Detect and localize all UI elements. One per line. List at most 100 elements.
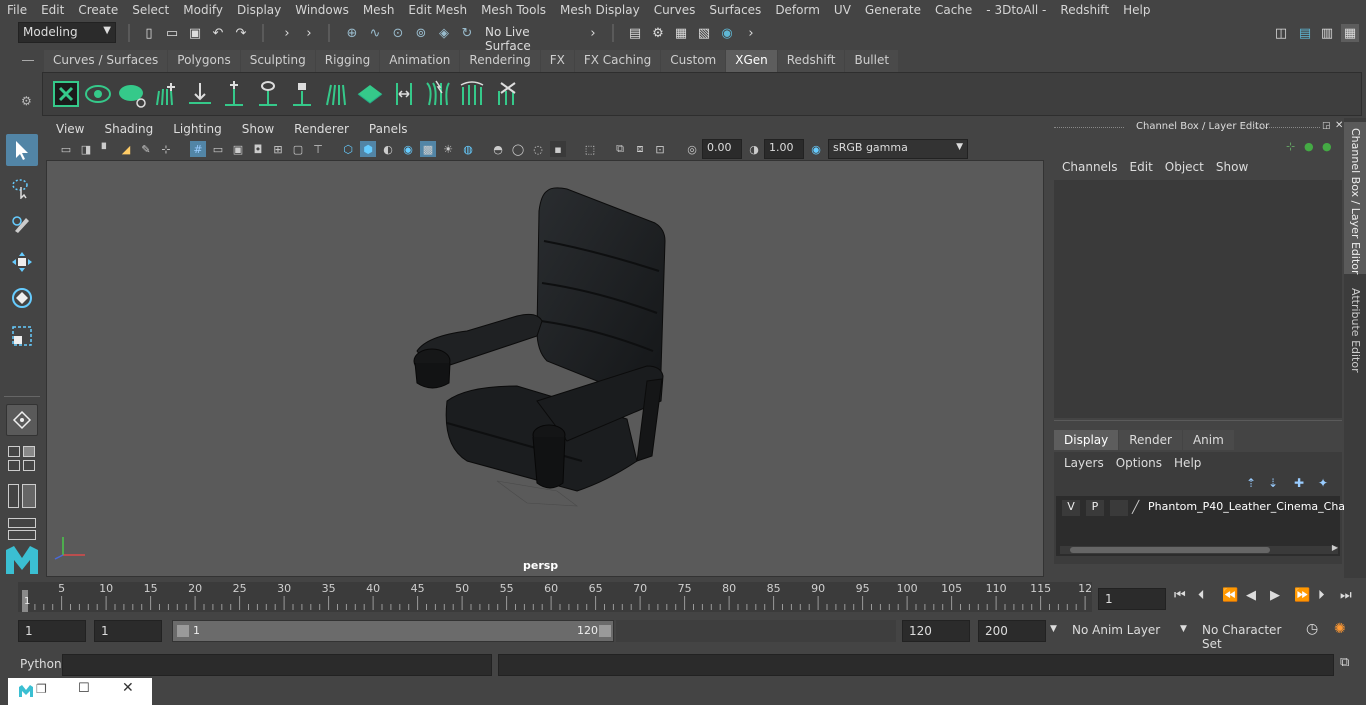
hypershade-icon[interactable]: ◉	[718, 24, 736, 42]
resolution-gate-icon[interactable]: ▣	[230, 141, 246, 157]
last-tool-button[interactable]	[6, 404, 38, 436]
dot-icon[interactable]: ●	[1304, 140, 1314, 153]
time-slider[interactable]: 5 10 15 20 25 30 35 40 45 50 55 60 65 70 75 80 85 90 95 100…	[18, 582, 1092, 612]
redo-icon[interactable]: ↷	[232, 24, 250, 42]
viewport-menu-shading[interactable]: Shading	[94, 120, 163, 138]
auto-key-icon[interactable]: ◷	[1306, 621, 1318, 637]
anim-prefs-icon[interactable]: ✺	[1334, 621, 1346, 637]
grease-pencil-icon[interactable]: ✎	[138, 141, 154, 157]
layer-name[interactable]: Phantom_P40_Leather_Cinema_Chair_	[1148, 500, 1358, 513]
snap-grid-icon[interactable]: ⊕	[343, 24, 361, 42]
go-to-start-icon[interactable]: ⏮	[1174, 588, 1186, 603]
film-gate-icon[interactable]: ▭	[210, 141, 226, 157]
anim-layer-dropdown[interactable]: No Anim Layer	[1066, 620, 1176, 642]
perspective-viewport[interactable]: persp	[46, 160, 1044, 577]
shelf-tab-sculpting[interactable]: Sculpting	[240, 50, 315, 72]
step-forward-icon[interactable]: ⏵	[1318, 588, 1325, 603]
menu-mesh-display[interactable]: Mesh Display	[553, 3, 647, 17]
screen-space-ao-icon[interactable]: ◍	[460, 141, 476, 157]
menu-cache[interactable]: Cache	[928, 3, 979, 17]
step-back-icon[interactable]: ⏴	[1198, 588, 1205, 603]
grid-icon[interactable]: #	[190, 141, 206, 157]
shelf-tab-animation[interactable]: Animation	[380, 50, 460, 72]
shelf-tab-polygons[interactable]: Polygons	[168, 50, 240, 72]
groom-place-icon[interactable]	[185, 79, 215, 109]
image-plane-icon[interactable]: ◢	[118, 141, 134, 157]
open-scene-icon[interactable]: ▭	[163, 24, 181, 42]
shadows-icon[interactable]: ☀	[440, 141, 456, 157]
groom-create-icon[interactable]	[151, 79, 181, 109]
maximize-icon[interactable]: ☐	[78, 681, 90, 696]
range-start-handle[interactable]	[177, 625, 189, 637]
workspace-icon[interactable]: ◫	[1272, 24, 1290, 42]
menu-modify[interactable]: Modify	[176, 3, 230, 17]
menu-generate[interactable]: Generate	[858, 3, 928, 17]
backface-icon[interactable]: ⊡	[652, 141, 668, 157]
camera-select-icon[interactable]: ▭	[58, 141, 74, 157]
textured-icon[interactable]: ◉	[400, 141, 416, 157]
float-panel-icon[interactable]: ◲	[1322, 121, 1331, 131]
side-tab-attribute-editor[interactable]: Attribute Editor	[1344, 282, 1366, 378]
menu-select[interactable]: Select	[125, 3, 176, 17]
menu-windows[interactable]: Windows	[288, 3, 356, 17]
snap-curve-icon[interactable]: ∿	[366, 24, 384, 42]
play-forward-icon[interactable]: ▶	[1270, 588, 1280, 603]
exposure-icon[interactable]: ◎	[684, 141, 700, 157]
viewport-menu-show[interactable]: Show	[232, 120, 284, 138]
layer-tab-display[interactable]: Display	[1054, 430, 1119, 450]
menu-layers[interactable]: Layers	[1058, 456, 1110, 470]
snap-point-icon[interactable]: ⊙	[389, 24, 407, 42]
scale-tool-button[interactable]	[6, 320, 38, 352]
menu-curves[interactable]: Curves	[647, 3, 703, 17]
character-set-dropdown[interactable]: No Character Set	[1196, 620, 1296, 651]
move-layer-down-icon[interactable]: ⇣	[1268, 476, 1278, 490]
menu-redshift[interactable]: Redshift	[1053, 3, 1116, 17]
xray-active-icon[interactable]: ⧈	[632, 141, 648, 157]
layout-outliner-icon[interactable]	[8, 484, 36, 508]
new-layer-selected-icon[interactable]: ✦	[1318, 476, 1328, 490]
density-icon[interactable]	[355, 79, 385, 109]
current-frame-field[interactable]: 1	[1098, 588, 1166, 610]
go-to-end-icon[interactable]: ⏭	[1340, 588, 1352, 603]
end-time-field[interactable]: 200	[978, 620, 1046, 642]
layer-visibility-toggle[interactable]: V	[1062, 500, 1080, 516]
move-tool-button[interactable]	[6, 246, 38, 278]
splitter[interactable]	[1054, 420, 1342, 424]
layer-scrollbar[interactable]: ▶	[1060, 543, 1338, 554]
wireframe-on-shaded-icon[interactable]: ◐	[380, 141, 396, 157]
save-scene-icon[interactable]: ▣	[186, 24, 204, 42]
new-scene-icon[interactable]: ▯	[140, 24, 158, 42]
shelf-handle[interactable]: ⚙	[18, 52, 38, 114]
chevron-down-icon[interactable]: ▼	[1180, 624, 1187, 634]
render-view-icon[interactable]: ▧	[695, 24, 713, 42]
arrow-right-icon[interactable]: ›	[742, 24, 760, 42]
shelf-tab-curves-surfaces[interactable]: Curves / Surfaces	[44, 50, 168, 72]
menu-channel-show[interactable]: Show	[1210, 160, 1254, 174]
restore-icon[interactable]: ❐	[36, 682, 47, 696]
xgen-preview-icon[interactable]	[83, 79, 113, 109]
gear-icon[interactable]: ⚙	[21, 94, 32, 108]
start-time-field[interactable]: 1	[18, 620, 86, 642]
guide-sculpt-icon[interactable]	[321, 79, 351, 109]
xray-joints-icon[interactable]: ⧉	[612, 141, 628, 157]
menu-options[interactable]: Options	[1110, 456, 1168, 470]
layer-tab-anim[interactable]: Anim	[1182, 430, 1234, 450]
playback-end-field[interactable]: 120	[902, 620, 970, 642]
snap-live-icon[interactable]: ↻	[458, 24, 476, 42]
menu-deform[interactable]: Deform	[768, 3, 827, 17]
motion-blur-icon[interactable]: ◓	[490, 141, 506, 157]
safe-action-icon[interactable]: ▢	[290, 141, 306, 157]
menu-object[interactable]: Object	[1159, 160, 1210, 174]
ipr-render-icon[interactable]: ▦	[672, 24, 690, 42]
chevron-down-icon[interactable]: ▼	[1050, 624, 1057, 634]
colorspace-dropdown[interactable]: sRGB gamma ▼	[828, 139, 968, 159]
menu-channel-edit[interactable]: Edit	[1124, 160, 1159, 174]
select-tool-button[interactable]	[6, 134, 38, 166]
layer-tab-render[interactable]: Render	[1119, 430, 1182, 450]
smooth-shade-icon[interactable]: ⬢	[360, 141, 376, 157]
viewport-menu-panels[interactable]: Panels	[359, 120, 418, 138]
depth-of-field-icon[interactable]: ◌	[530, 141, 546, 157]
new-layer-icon[interactable]: ✚	[1294, 476, 1304, 490]
layout-quad-icon[interactable]	[8, 444, 36, 474]
shelf-tab-custom[interactable]: Custom	[661, 50, 726, 72]
